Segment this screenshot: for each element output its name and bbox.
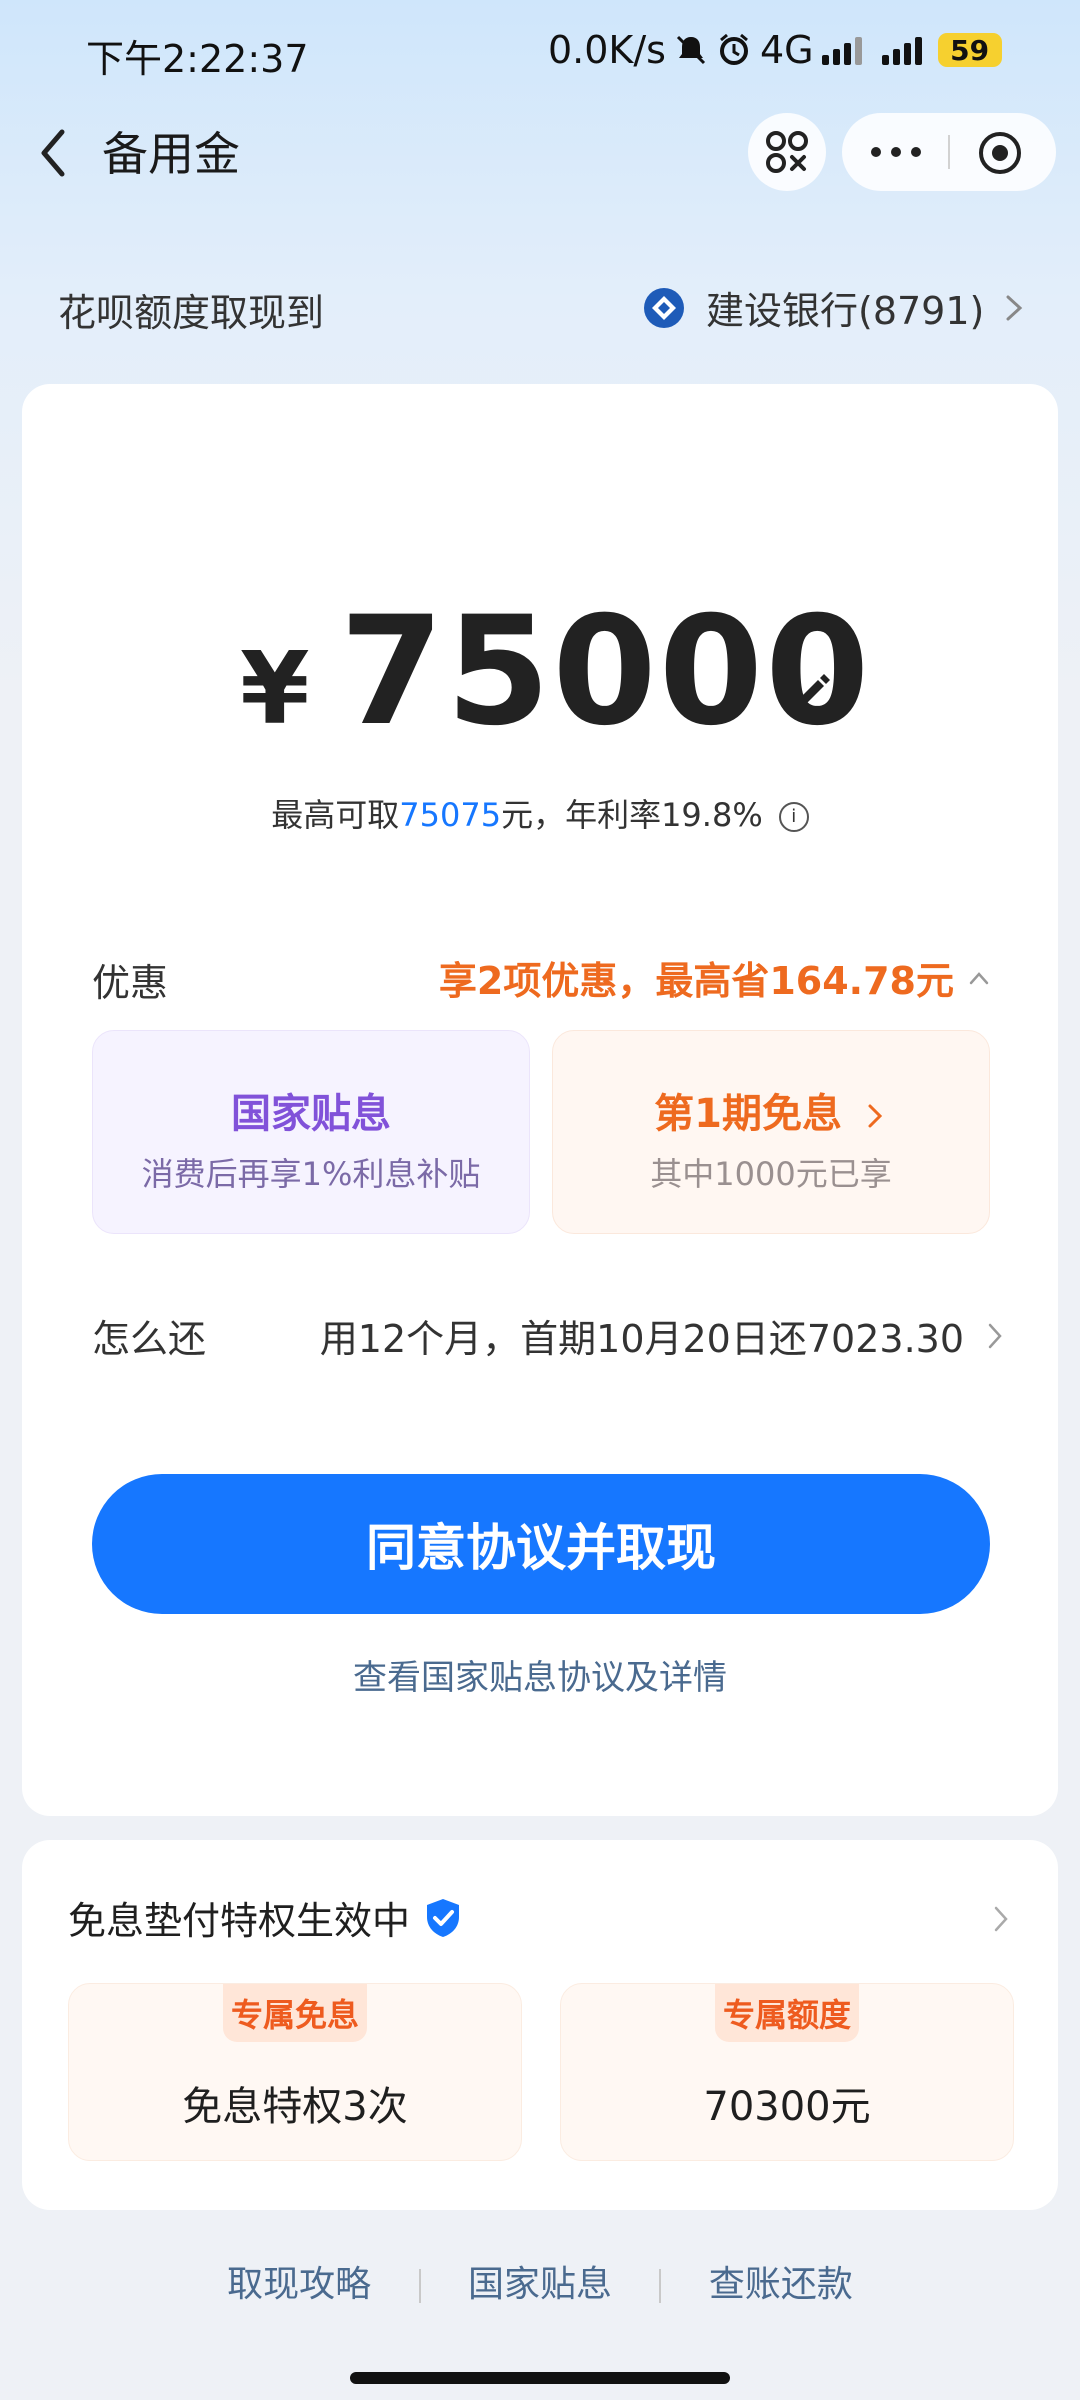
discount-summary-text: 享2项优惠，最高省164.78元 (438, 959, 954, 1003)
limit-suffix: 元，年利率19.8% (501, 796, 763, 834)
exclusive-free-box[interactable]: 专属免息 免息特权3次 (68, 1983, 522, 2161)
agreement-link[interactable]: 查看国家贴息协议及详情 (0, 1650, 1080, 1699)
limit-max: 75075 (399, 796, 502, 834)
exclusive-quota-value: 70300元 (703, 2084, 871, 2130)
signal-icon (821, 35, 862, 65)
ccb-logo-icon (644, 287, 684, 328)
exclusive-quota-box[interactable]: 专属额度 70300元 (560, 1983, 1014, 2161)
chevron-up-icon (969, 971, 989, 984)
gov-subsidy-title: 国家贴息 (231, 1091, 391, 1137)
chevron-right-icon (1006, 295, 1023, 320)
footer-link-subsidy[interactable]: 国家贴息 (468, 2264, 612, 2305)
network-type: 4G (759, 28, 814, 72)
battery-icon: 59 (937, 33, 1002, 67)
chevron-right-icon (994, 1906, 1008, 1932)
gov-subsidy-desc: 消费后再享1%利息补贴 (141, 1155, 481, 1193)
first-period-free-title: 第1期免息 (553, 1081, 989, 1139)
gov-subsidy-card[interactable]: 国家贴息 消费后再享1%利息补贴 (92, 1030, 530, 1234)
home-indicator[interactable] (350, 2372, 730, 2384)
scan-button[interactable] (748, 113, 826, 191)
limit-info: 最高可取75075元，年利率19.8% i (0, 790, 1080, 836)
exclusive-free-tag: 专属免息 (222, 1984, 368, 2042)
repay-label: 怎么还 (92, 1317, 207, 1361)
chevron-right-icon (988, 1323, 1002, 1348)
mute-icon (676, 35, 706, 65)
bank-selector[interactable]: 建设银行(8791) (642, 280, 1028, 335)
more-icon[interactable] (866, 137, 926, 167)
scan-icon (766, 131, 808, 173)
back-icon[interactable] (28, 118, 78, 188)
signal-icon-2 (881, 35, 922, 65)
privilege-title-text: 免息垫付特权生效中 (68, 1899, 411, 1943)
agree-withdraw-button[interactable]: 同意协议并取现 (92, 1474, 990, 1614)
footer-link-bills[interactable]: 查账还款 (709, 2264, 853, 2305)
footer-link-guide[interactable]: 取现攻略 (227, 2264, 371, 2305)
net-speed: 0.0K/s (548, 28, 666, 72)
chevron-right-icon (868, 1104, 883, 1128)
first-period-free-card[interactable]: 第1期免息 其中1000元已享 (552, 1030, 990, 1234)
info-icon[interactable]: i (778, 802, 809, 832)
privilege-title: 免息垫付特权生效中 (68, 1890, 462, 1945)
exclusive-quota-tag: 专属额度 (714, 1984, 860, 2042)
page-title: 备用金 (102, 127, 240, 181)
repay-plan[interactable]: 用12个月，首期10月20日还7023.30 (320, 1308, 1006, 1363)
mini-program-capsule (842, 113, 1056, 191)
exclusive-free-value: 免息特权3次 (182, 2084, 408, 2130)
capsule-divider (948, 135, 950, 169)
footer-divider (659, 2269, 662, 2303)
verified-shield-icon (427, 1898, 460, 1937)
currency-symbol: ¥ (240, 630, 310, 747)
first-period-free-desc: 其中1000元已享 (650, 1155, 892, 1193)
bank-name: 建设银行(8791) (706, 289, 985, 333)
withdraw-to-label: 花呗额度取现到 (58, 291, 325, 335)
alarm-icon (719, 33, 748, 65)
first-period-free-title-text: 第1期免息 (654, 1091, 842, 1137)
status-icons: 0.0K/s 4G 59 (548, 28, 1002, 72)
footer-links: 取现攻略 国家贴息 查账还款 (0, 2255, 1080, 2307)
discount-summary[interactable]: 享2项优惠，最高省164.78元 (439, 950, 990, 1005)
status-bar: 下午2:22:37 0.0K/s 4G 59 (0, 22, 1080, 81)
footer-divider (418, 2269, 421, 2303)
repay-plan-text: 用12个月，首期10月20日还7023.30 (319, 1317, 964, 1361)
edit-icon[interactable] (788, 668, 836, 716)
close-target-icon[interactable] (976, 129, 1024, 177)
status-time: 下午2:22:37 (86, 37, 309, 81)
limit-prefix: 最高可取 (271, 796, 400, 834)
amount-display[interactable]: ¥ 75000 (240, 585, 869, 759)
discount-label: 优惠 (92, 961, 169, 1005)
